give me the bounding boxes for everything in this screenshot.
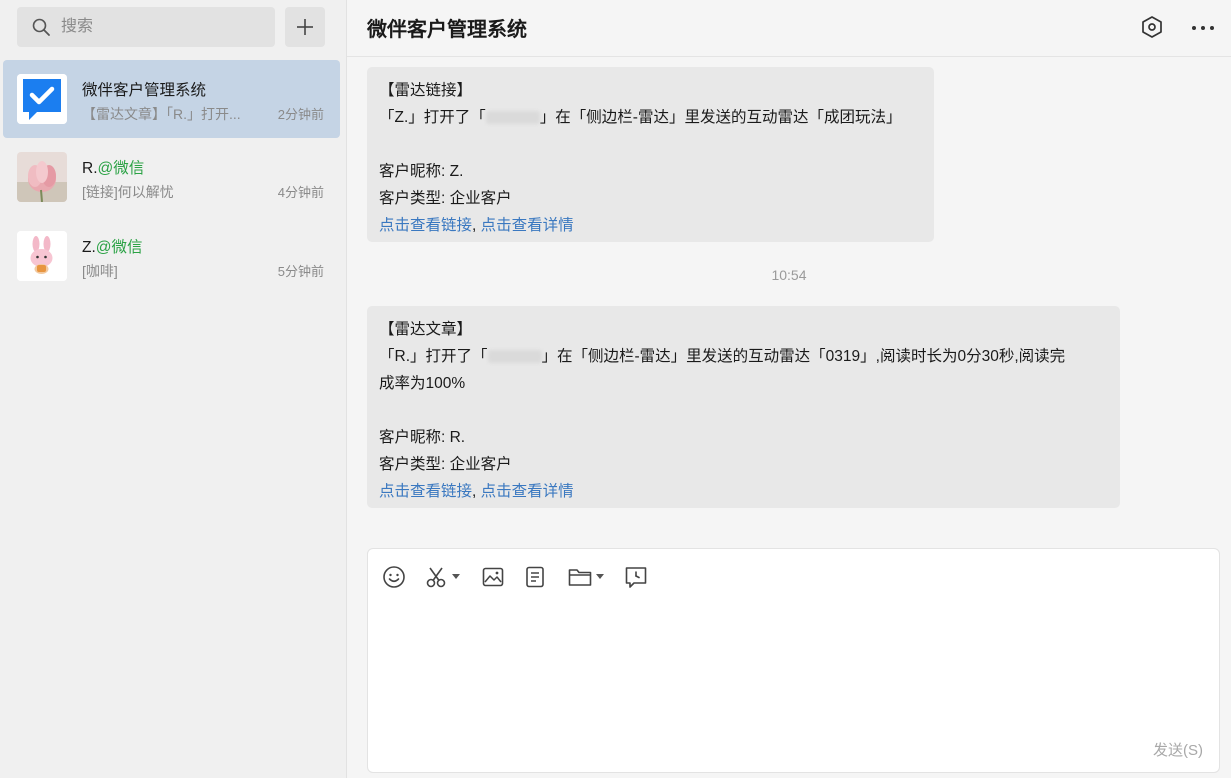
conversation-item-weiban[interactable]: 微伴客户管理系统 【雷达文章】「R.」打开... 2分钟前 (3, 60, 340, 138)
conversation-item-r[interactable]: R.@微信 [链接]何以解忧 4分钟前 (3, 138, 340, 216)
lotus-image (17, 152, 67, 202)
redacted-title (487, 350, 542, 364)
conversation-item-z[interactable]: Z.@微信 [咖啡] 5分钟前 (3, 217, 340, 295)
link-separator: , (472, 217, 481, 234)
more-button[interactable] (1190, 15, 1216, 39)
lotus-avatar (17, 152, 67, 202)
conversation-name-text: 微伴客户管理系统 (82, 82, 207, 99)
conversation-preview: [链接]何以解忧 (82, 184, 174, 200)
message-body-continued: 成率为100% (379, 375, 466, 392)
conversation-name: 微伴客户管理系统 (82, 78, 206, 100)
conversation-name-text: Z. (82, 239, 96, 256)
wechat-suffix: @微信 (97, 160, 145, 177)
message-input[interactable] (382, 601, 1206, 721)
conversation-name: Z.@微信 (82, 235, 143, 257)
add-button[interactable] (285, 7, 325, 47)
bunny-avatar (17, 231, 67, 281)
chat-title: 微伴客户管理系统 (367, 19, 527, 41)
message-body-pre: 「Z.」打开了「 (379, 109, 486, 126)
search-icon (32, 18, 50, 36)
message-bubble: 【雷达文章】 「R.」打开了「 」在「侧边栏-雷达」里发送的互动雷达「0319」,… (367, 306, 1120, 508)
message-links: 点击查看链接, 点击查看详情 (379, 478, 1108, 505)
view-link-link[interactable]: 点击查看链接 (379, 483, 472, 500)
message-body-pre: 「R.」打开了「 (379, 348, 488, 365)
chevron-down-icon (596, 574, 604, 579)
message-body: 「R.」打开了「 」在「侧边栏-雷达」里发送的互动雷达「0319」,阅读时长为0分… (379, 343, 1108, 370)
chat-header: 微伴客户管理系统 (347, 0, 1231, 57)
image-icon (482, 567, 504, 587)
view-link-link[interactable]: 点击查看链接 (379, 217, 472, 234)
search-box[interactable] (17, 7, 275, 47)
view-details-link[interactable]: 点击查看详情 (481, 483, 574, 500)
customer-nickname: 客户昵称: R. (379, 429, 466, 446)
plus-icon (297, 19, 313, 35)
wechat-suffix: @微信 (95, 239, 143, 256)
send-button[interactable]: 发送(S) (1153, 739, 1203, 760)
redacted-title (485, 111, 540, 125)
message-heading: 【雷达链接】 (379, 82, 473, 99)
customer-nickname: 客户昵称: Z. (379, 163, 464, 180)
chevron-down-icon (452, 574, 460, 579)
folder-icon (568, 569, 592, 586)
search-row (17, 7, 329, 47)
settings-hexagon-icon (1142, 16, 1162, 38)
view-details-link[interactable]: 点击查看详情 (481, 217, 574, 234)
scissors-icon (426, 567, 446, 588)
check-message-icon (17, 74, 67, 124)
document-button[interactable] (524, 564, 546, 590)
conversation-name: R.@微信 (82, 156, 144, 178)
conversation-time: 5分钟前 (277, 264, 324, 279)
conversation-sidebar: 微伴客户管理系统 【雷达文章】「R.」打开... 2分钟前 R.@微信 [链接]… (0, 0, 347, 778)
message-bubble: 【雷达链接】 「Z.」打开了「 」在「侧边栏-雷达」里发送的互动雷达「成团玩法」 … (367, 67, 934, 242)
settings-button[interactable] (1140, 15, 1164, 39)
schedule-button[interactable] (624, 564, 648, 590)
message-composer: 发送(S) (367, 548, 1220, 773)
customer-type: 客户类型: 企业客户 (379, 190, 512, 207)
image-button[interactable] (482, 564, 504, 590)
conversation-name-text: R. (82, 160, 98, 177)
customer-type: 客户类型: 企业客户 (379, 456, 512, 473)
screenshot-button[interactable] (426, 564, 460, 590)
schedule-icon (625, 567, 647, 588)
message-body: 「Z.」打开了「 」在「侧边栏-雷达」里发送的互动雷达「成团玩法」 (379, 104, 922, 131)
search-input[interactable] (61, 15, 261, 39)
document-icon (526, 566, 544, 588)
message-body-post: 」在「侧边栏-雷达」里发送的互动雷达「成团玩法」 (539, 109, 902, 126)
link-separator: , (472, 483, 481, 500)
app-avatar (17, 74, 67, 124)
message-body-post: 」在「侧边栏-雷达」里发送的互动雷达「0319」,阅读时长为0分30秒,阅读完 (541, 348, 1066, 365)
conversation-time: 4分钟前 (277, 185, 324, 200)
conversation-time: 2分钟前 (277, 107, 324, 122)
more-dots-icon (1192, 26, 1214, 30)
message-heading: 【雷达文章】 (379, 321, 473, 338)
conversation-preview: [咖啡] (82, 263, 118, 279)
emoji-button[interactable] (382, 564, 406, 590)
message-timestamp: 10:54 (771, 267, 807, 283)
bunny-image (17, 231, 67, 281)
folder-button[interactable] (568, 564, 604, 590)
chat-panel: 微伴客户管理系统 【雷达链接】 「Z.」打开了「」在「侧边栏-雷达」里发送的互动… (347, 0, 1231, 778)
emoji-icon (383, 566, 405, 588)
conversation-preview: 【雷达文章】「R.」打开... (82, 106, 241, 122)
message-links: 点击查看链接, 点击查看详情 (379, 212, 922, 239)
